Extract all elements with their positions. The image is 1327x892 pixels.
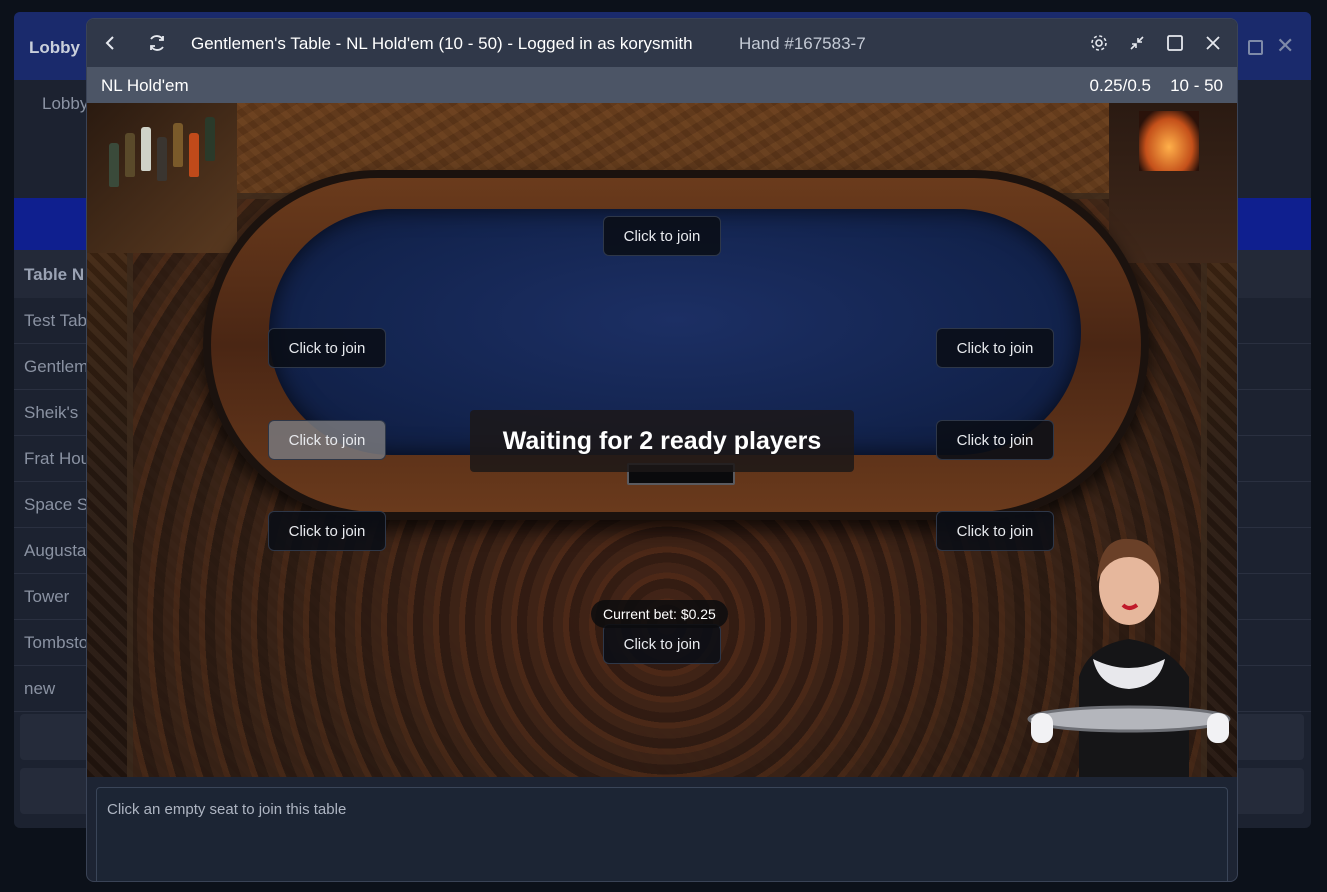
table-row-name: Sheik's	[24, 403, 79, 422]
table-row-name: Augusta	[24, 541, 87, 560]
table-row-name: Frat Hou	[24, 449, 91, 468]
bottle-shelf	[87, 103, 237, 253]
table-status: Waiting for 2 ready players	[470, 410, 854, 472]
table-row-name: Tower	[24, 587, 70, 606]
gear-icon[interactable]	[1087, 31, 1111, 55]
seat-join-button[interactable]: Click to join	[268, 511, 386, 551]
table-row-name: Gentlem	[24, 357, 89, 376]
poker-table-scene: Click to join Click to join Click to joi…	[87, 103, 1237, 777]
seat-join-button[interactable]: Click to join	[936, 420, 1054, 460]
current-bet: Current bet: $0.25	[591, 600, 728, 628]
hand-number: Hand #167583-7	[739, 34, 866, 53]
table-window: Gentlemen's Table - NL Hold'em (10 - 50)…	[86, 18, 1238, 882]
game-type: NL Hold'em	[101, 76, 189, 95]
seat-join-button[interactable]: Click to join	[603, 624, 721, 664]
maximize-icon[interactable]	[1163, 31, 1187, 55]
game-infobar: NL Hold'em 0.25/0.5 10 - 50	[87, 67, 1237, 103]
minimize-icon[interactable]	[1125, 31, 1149, 55]
table-row-name: Space S	[24, 495, 89, 514]
lobby-title: Lobby	[29, 38, 80, 57]
buy-in-limits: 10 - 50	[1170, 76, 1223, 95]
close-icon[interactable]: ✕	[1276, 34, 1294, 58]
fireplace	[1109, 103, 1237, 263]
seat-join-button[interactable]: Click to join	[268, 328, 386, 368]
maximize-icon[interactable]	[1248, 40, 1263, 55]
lobby-tab[interactable]: Lobby	[42, 94, 88, 114]
join-hint: Click an empty seat to join this table	[107, 801, 347, 818]
refresh-icon[interactable]	[145, 31, 169, 55]
titlebar: Gentlemen's Table - NL Hold'em (10 - 50)…	[87, 19, 1237, 67]
back-icon[interactable]	[99, 31, 123, 55]
table-row-name: Test Tab	[24, 311, 88, 330]
waitress-image	[1027, 538, 1231, 777]
message-box: Click an empty seat to join this table	[96, 787, 1228, 881]
seat-join-button[interactable]: Click to join	[936, 328, 1054, 368]
window-title: Gentlemen's Table - NL Hold'em (10 - 50)…	[191, 34, 693, 53]
table-row-name: new	[24, 679, 56, 698]
seat-join-button[interactable]: Click to join	[268, 420, 386, 460]
fire	[1139, 111, 1199, 171]
blinds: 0.25/0.5	[1089, 76, 1151, 95]
column-header-table-name: Table N	[24, 265, 85, 284]
seat-join-button[interactable]: Click to join	[603, 216, 721, 256]
table-row-name: Tombsto	[24, 633, 89, 652]
close-icon[interactable]	[1201, 31, 1225, 55]
